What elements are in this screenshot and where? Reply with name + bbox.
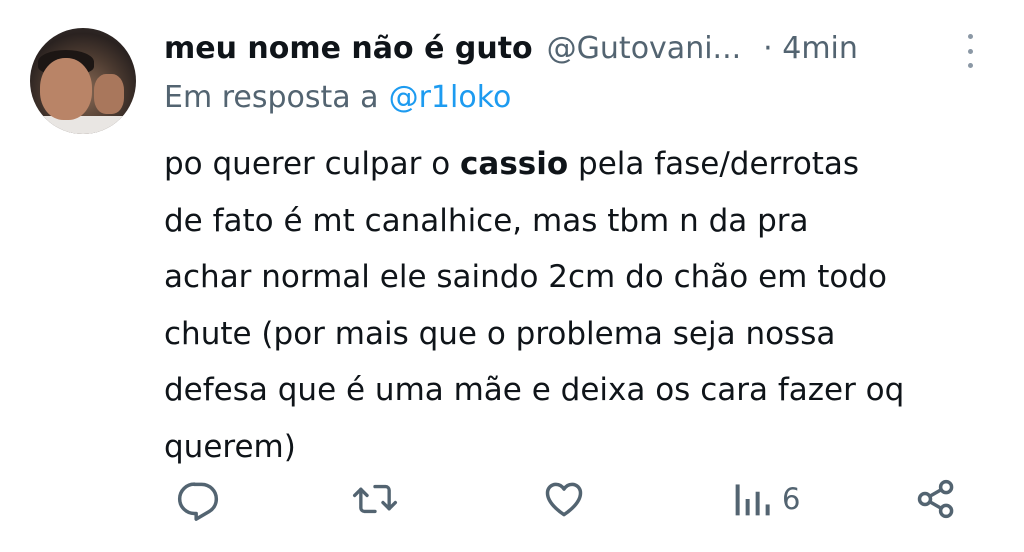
more-options-icon[interactable] <box>960 34 980 68</box>
views-icon <box>735 484 770 516</box>
reply-button[interactable] <box>176 474 220 524</box>
author-name[interactable]: meu nome não é guto <box>164 31 533 66</box>
timestamp[interactable]: · 4min <box>763 31 858 66</box>
share-button[interactable] <box>914 474 958 524</box>
views-count: 6 <box>782 482 801 516</box>
retweet-button[interactable] <box>352 474 398 524</box>
tweet-text-fragment: de fato é mt canalhice, mas tbm n da pra <box>164 202 809 239</box>
views-button[interactable]: 6 <box>732 474 800 524</box>
tweet-text-fragment: chute (por mais que o problema seja noss… <box>164 315 836 352</box>
tweet-header: meu nome não é guto @Gutovani... · 4min <box>164 26 1004 70</box>
tweet-text-bold: cassio <box>460 146 569 182</box>
reply-mention-link[interactable]: @r1loko <box>389 80 512 115</box>
reply-prefix: Em resposta a <box>164 80 379 115</box>
like-button[interactable] <box>542 474 586 524</box>
tweet-text-fragment: defesa que é uma mãe e deixa os cara faz… <box>164 372 905 408</box>
share-icon <box>917 479 954 519</box>
tweet-text-line: defesa que é uma mãe e deixa os cara faz… <box>164 362 1004 419</box>
tweet-text-fragment: achar normal ele saindo 2cm do chão em t… <box>164 259 887 295</box>
retweet-icon <box>352 484 398 514</box>
heart-icon <box>545 482 583 517</box>
reply-icon <box>177 482 219 521</box>
tweet-text-fragment: querem) <box>164 428 296 465</box>
tweet-text-line: po querer culpar o cassio pela fase/derr… <box>164 136 1004 193</box>
tweet-text-line: querem) <box>164 419 1004 476</box>
tweet-text-line: chute (por mais que o problema seja noss… <box>164 306 1004 363</box>
action-bar: 6 <box>0 474 1024 524</box>
author-handle[interactable]: @Gutovani... <box>547 31 741 66</box>
tweet-text-fragment: pela fase/derrotas <box>568 146 860 182</box>
reply-context: Em resposta a @r1loko <box>164 80 511 115</box>
tweet-text-line: de fato é mt canalhice, mas tbm n da pra <box>164 193 1004 250</box>
tweet-text-line: achar normal ele saindo 2cm do chão em t… <box>164 249 1004 306</box>
avatar[interactable] <box>30 28 136 134</box>
tweet-text: po querer culpar o cassio pela fase/derr… <box>164 136 1004 475</box>
tweet-text-fragment: po querer culpar o <box>164 146 461 182</box>
